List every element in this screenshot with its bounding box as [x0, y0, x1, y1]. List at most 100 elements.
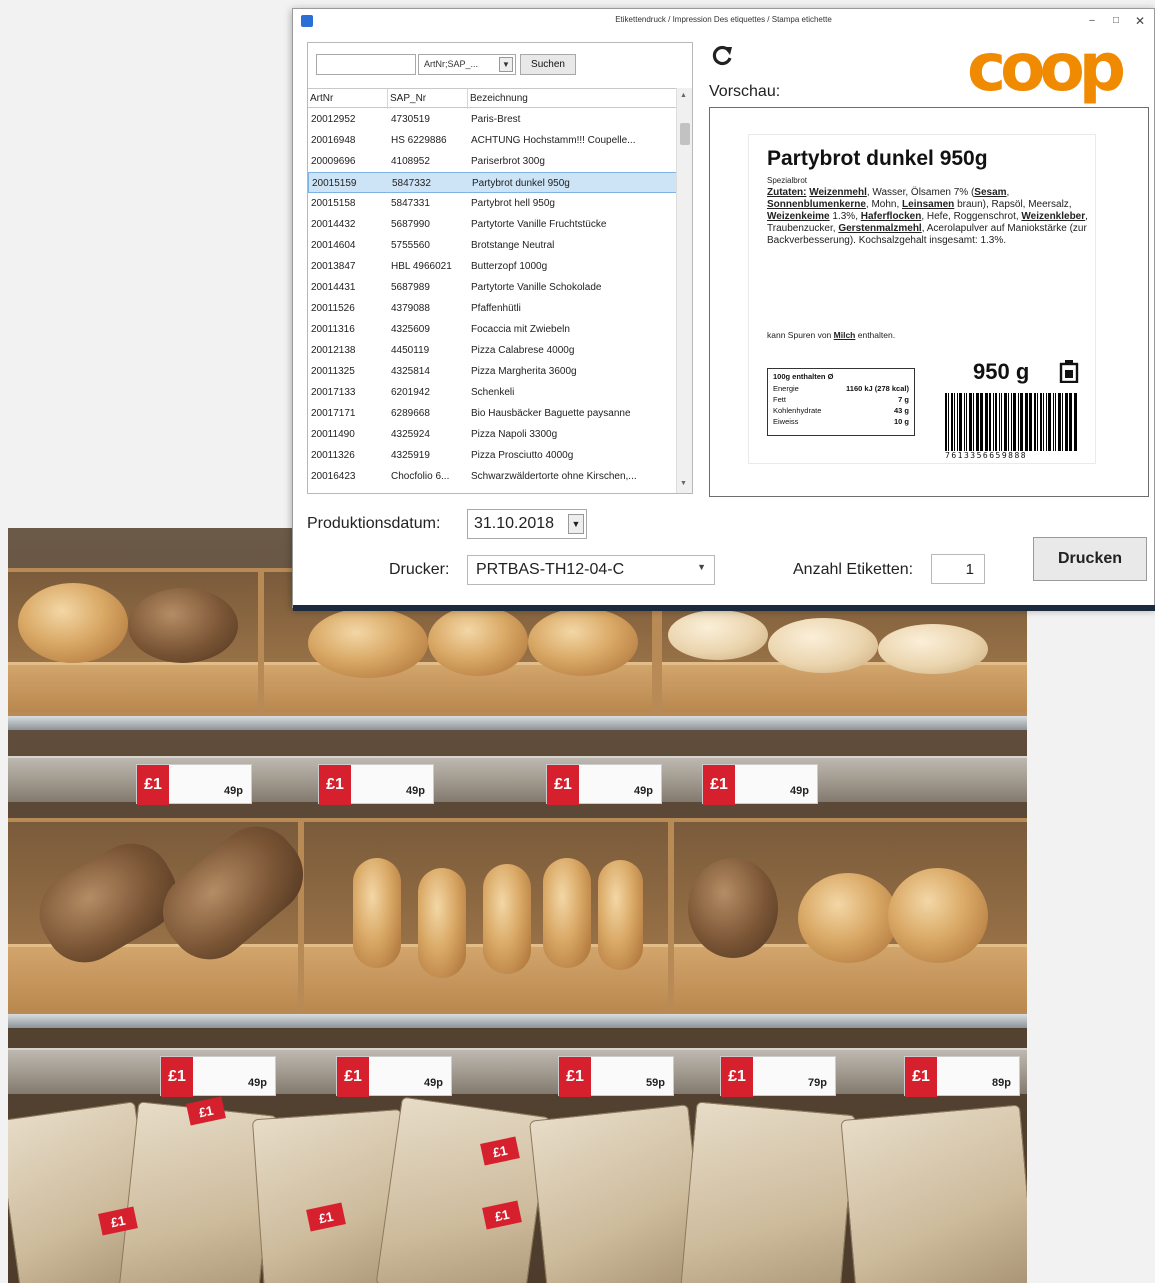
cell-artnr: 20012138 — [311, 345, 356, 356]
cell-sapnr: 5687990 — [391, 219, 430, 230]
table-row[interactable]: 20011490 4325924 Pizza Napoli 3300g — [308, 424, 678, 445]
scroll-down-icon[interactable]: ▼ — [680, 480, 687, 487]
table-row[interactable]: 20016948 HS 6229886 ACHTUNG Hochstamm!!! C… — [308, 130, 678, 151]
cell-sapnr: 4325924 — [391, 429, 430, 440]
cell-sapnr: 4450119 — [391, 345, 430, 356]
shelf-price-label: £1 89p — [904, 1056, 1020, 1097]
ingredient-allergen: Sesam — [974, 187, 1007, 198]
table-row[interactable]: 20015159 5847332 Partybrot dunkel 950g — [308, 172, 678, 193]
barcode-bar — [989, 393, 991, 451]
barcode-bar — [1043, 393, 1044, 451]
bread-loaf — [353, 858, 401, 968]
cell-bezeichnung: Pizza Margherita 3600g — [471, 366, 577, 377]
table-row[interactable]: 20009696 4108952 Pariserbrot 300g — [308, 151, 678, 172]
cell-artnr: 20011326 — [311, 450, 355, 461]
barcode-bar — [1062, 393, 1063, 451]
scroll-thumb[interactable] — [680, 123, 690, 145]
cell-bezeichnung: Focaccia mit Zwiebeln — [471, 324, 570, 335]
table-row[interactable]: 20014604 5755560 Brotstange Neutral — [308, 235, 678, 256]
shelf-price-label: £1 79p — [720, 1056, 836, 1097]
barcode-bar — [999, 393, 1000, 451]
scroll-up-icon[interactable]: ▲ — [680, 92, 687, 99]
barcode — [945, 393, 1077, 451]
nutrient-value: 1160 kJ (278 kcal) — [846, 384, 909, 393]
close-button[interactable]: ✕ — [1130, 11, 1150, 31]
cell-bezeichnung: Schwarzwäldertorte ohne Kirschen,... — [471, 471, 637, 482]
search-field-select[interactable]: ArtNr;SAP_... ▼ — [418, 54, 516, 75]
table-row[interactable]: 20011325 4325814 Pizza Margherita 3600g — [308, 361, 678, 382]
production-date-value: 31.10.2018 — [474, 515, 555, 532]
search-field-value: ArtNr;SAP_... — [424, 59, 479, 69]
barcode-bar — [964, 393, 965, 451]
allergen-suffix: enthalten. — [855, 330, 896, 340]
barcode-bar — [973, 393, 974, 451]
ingredient-allergen: Leinsamen — [902, 199, 955, 210]
shelf-price-label: £1 49p — [318, 764, 434, 805]
window-title: Etikettendruck / Impression Des etiquett… — [615, 15, 832, 24]
barcode-digits: 7613356659888 — [945, 451, 1028, 460]
table-row[interactable]: 20015158 5847331 Partybrot hell 950g — [308, 193, 678, 214]
barcode-bar — [959, 393, 962, 451]
printer-select[interactable]: PRTBAS-TH12-04-C ▼ — [467, 555, 715, 585]
nutrition-row: Kohlenhydrate 43 g — [773, 406, 909, 417]
cell-bezeichnung: Partybrot hell 950g — [471, 198, 555, 209]
barcode-bar — [1029, 393, 1032, 451]
table-row[interactable]: 20017171 6289668 Bio Hausbäcker Baguette p… — [308, 403, 678, 424]
nutrient-name: Energie — [773, 384, 799, 393]
cell-sapnr: 4325609 — [391, 324, 430, 335]
shelf-price-label: £1 59p — [558, 1056, 674, 1097]
table-row[interactable]: 20013847 HBL 4966021 Butterzopf 1000g — [308, 256, 678, 277]
table-row[interactable]: 20012952 4730519 Paris-Brest — [308, 109, 678, 130]
column-header-artnr[interactable]: ArtNr — [308, 89, 388, 109]
label-print-window: Etikettendruck / Impression Des etiquett… — [292, 8, 1155, 611]
cell-sapnr: 5847331 — [391, 198, 430, 209]
table-row[interactable]: 20017133 6201942 Schenkeli — [308, 382, 678, 403]
cell-artnr: 20016948 — [311, 135, 356, 146]
table-row[interactable]: 20011316 4325609 Focaccia mit Zwiebeln — [308, 319, 678, 340]
label-count-input[interactable] — [931, 554, 985, 584]
search-input[interactable] — [316, 54, 416, 75]
column-header-bezeichnung[interactable]: Bezeichnung — [468, 89, 678, 109]
cell-sapnr: HBL 4966021 — [391, 261, 452, 272]
table-row[interactable]: 20011326 4325919 Pizza Prosciutto 4000g — [308, 445, 678, 466]
column-header-sapnr[interactable]: SAP_Nr — [388, 89, 468, 109]
ingredients-prefix: Zutaten: — [767, 187, 807, 198]
product-title: Partybrot dunkel 950g — [767, 147, 988, 170]
table-row[interactable]: 20014432 5687990 Partytorte Vanille Frucht… — [308, 214, 678, 235]
barcode-bar — [1001, 393, 1002, 451]
cell-artnr: 20009696 — [311, 156, 356, 167]
coop-logo: coop — [967, 29, 1126, 106]
ingredient-text: braun), Rapsöl, Meersalz, — [954, 199, 1072, 210]
table-row[interactable]: 20016423 Chocfolio 6... Schwarzwäldertorte… — [308, 466, 678, 487]
table-row[interactable]: 20014431 5687989 Partytorte Vanille Schoko… — [308, 277, 678, 298]
production-date-picker[interactable]: 31.10.2018 ▼ — [467, 509, 587, 539]
refresh-icon[interactable] — [709, 43, 735, 69]
nutrition-rows: Energie 1160 kJ (278 kcal) Fett 7 g Kohlenhy… — [773, 384, 909, 428]
ingredient-allergen: Weizenkeime — [767, 211, 830, 222]
minimize-button[interactable]: – — [1082, 11, 1102, 31]
table-row[interactable]: 20011526 4379088 Pfaffenhütli — [308, 298, 678, 319]
article-table: 20012952 4730519 Paris-Brest 20016948 HS 622… — [308, 109, 678, 493]
product-label: Partybrot dunkel 950g Spezialbrot Zutate… — [748, 134, 1096, 464]
cell-bezeichnung: Partytorte Vanille Fruchtstücke — [471, 219, 607, 230]
scrollbar[interactable]: ▲ ▼ — [676, 88, 692, 493]
bread-bag — [375, 1096, 551, 1283]
maximize-button[interactable]: □ — [1106, 11, 1126, 31]
bakery-shelf-photo: £1 49p £1 49p £1 49p £1 49p £1 49p £1 49p £1 59… — [8, 528, 1027, 1283]
barcode-bar — [957, 393, 958, 451]
cell-artnr: 20014432 — [311, 219, 356, 230]
ingredient-allergen: Gerstenmalzmehl — [838, 223, 922, 234]
barcode-bar — [954, 393, 955, 451]
search-button[interactable]: Suchen — [520, 54, 576, 75]
cell-bezeichnung: Pizza Napoli 3300g — [471, 429, 558, 440]
print-button[interactable]: Drucken — [1033, 537, 1147, 581]
bread-loaf — [483, 864, 531, 974]
cell-sapnr: Chocfolio 6... — [391, 471, 450, 482]
bread-loaf — [428, 606, 528, 676]
bread-loaf — [688, 858, 778, 958]
table-row[interactable]: 20012138 4450119 Pizza Calabrese 4000g — [308, 340, 678, 361]
bread-loaf — [543, 858, 591, 968]
taskbar-strip — [293, 605, 1155, 611]
chevron-down-icon[interactable]: ▼ — [568, 514, 584, 534]
cell-bezeichnung: Partybrot dunkel 950g — [472, 178, 570, 189]
